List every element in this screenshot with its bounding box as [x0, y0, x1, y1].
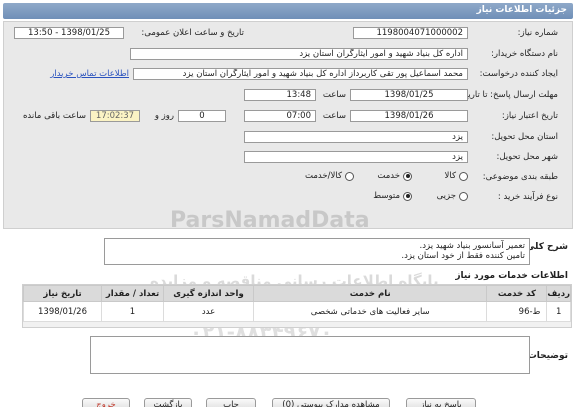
radio-selected-icon	[403, 171, 412, 181]
col-service-name: نام خدمت	[252, 285, 488, 302]
validity-label: تاریخ اعتبار نیاز:	[501, 111, 558, 121]
radio-icon	[459, 171, 468, 181]
category-option-goods[interactable]: کالا	[445, 171, 468, 181]
services-title: اطلاعات خدمات مورد نیاز	[455, 271, 568, 281]
need-details-form: شماره نیاز: 1198004071000002 تاریخ و ساع…	[3, 21, 573, 229]
view-documents-button[interactable]: مشاهده مدارک پیوستی (0)	[272, 398, 390, 407]
cell-quantity: 1	[101, 301, 164, 322]
back-button[interactable]: بازگشت	[144, 398, 192, 407]
cell-service-name: سایر فعالیت های خدماتی شخصی	[252, 301, 488, 322]
category-option-goods-service[interactable]: کالا/خدمت	[305, 171, 354, 181]
buyer-contact-link[interactable]: اطلاعات تماس خریدار	[50, 69, 129, 79]
validity-days-label: روز و	[154, 111, 174, 121]
cell-need-date: 1398/01/26	[23, 301, 102, 322]
buyer-notes-box	[90, 336, 530, 374]
need-number-field: 1198004071000002	[353, 27, 468, 39]
delivery-province-label: استان محل تحویل:	[491, 132, 558, 142]
print-button[interactable]: چاپ	[206, 398, 256, 407]
radio-icon	[459, 191, 468, 201]
table-row: 1 ط-96 سایر فعالیت های خدماتی شخصی عدد 1…	[23, 301, 571, 322]
description-line-2: تامین کننده فقط از خود استان یزد.	[401, 251, 525, 261]
radio-icon	[345, 171, 354, 181]
delivery-city-field: یزد	[244, 151, 468, 163]
reply-deadline-time: 13:48	[244, 89, 316, 101]
col-need-date: تاریخ نیاز	[23, 285, 102, 302]
category-label: طبقه بندی موضوعی:	[482, 172, 558, 182]
validity-time-label: ساعت	[322, 111, 346, 121]
cell-row: 1	[546, 301, 571, 322]
announce-datetime-field: 1398/01/25 - 13:50	[14, 27, 124, 39]
requester-label: ایجاد کننده درخواست:	[479, 69, 558, 79]
reply-deadline-date: 1398/01/25	[350, 89, 468, 101]
validity-time: 07:00	[244, 110, 316, 122]
announce-datetime-label: تاریخ و ساعت اعلان عمومی:	[141, 28, 244, 38]
description-line-1: تعمیر آسانسور بنیاد شهید یزد.	[419, 241, 525, 251]
exit-button[interactable]: خروج	[82, 398, 130, 407]
buyer-org-label: نام دستگاه خریدار:	[491, 49, 558, 59]
remaining-time-label: ساعت باقی مانده	[22, 111, 86, 121]
process-option-minor[interactable]: جزیی	[437, 191, 468, 201]
services-table: ردیف کد خدمت نام خدمت واحد اندازه گیری ت…	[23, 285, 571, 322]
page-title: جزئیات اطلاعات نیاز	[3, 3, 573, 19]
col-row: ردیف	[546, 285, 571, 302]
reply-button[interactable]: پاسخ به نیاز	[406, 398, 476, 407]
category-option-service[interactable]: خدمت	[377, 171, 412, 181]
validity-days: 0	[178, 110, 226, 122]
validity-date: 1398/01/26	[350, 110, 468, 122]
delivery-city-label: شهر محل تحویل:	[496, 152, 558, 162]
remaining-time-field: 17:02:37	[90, 110, 140, 122]
cell-service-code: ط-96	[486, 301, 548, 322]
reply-deadline-time-label: ساعت	[322, 90, 346, 100]
requester-field: محمد اسماعیل پور تقی کاربرداز اداره کل ب…	[133, 68, 468, 80]
col-unit: واحد اندازه گیری	[163, 285, 254, 302]
delivery-province-field: یزد	[244, 131, 468, 143]
col-service-code: کد خدمت	[486, 285, 548, 302]
services-table-wrap: ردیف کد خدمت نام خدمت واحد اندازه گیری ت…	[22, 284, 572, 328]
description-box: تعمیر آسانسور بنیاد شهید یزد. تامین کنند…	[104, 238, 530, 265]
cell-unit: عدد	[163, 301, 254, 322]
process-option-medium[interactable]: متوسط	[373, 191, 412, 201]
col-quantity: تعداد / مقدار	[101, 285, 164, 302]
radio-selected-icon	[403, 191, 412, 201]
reply-deadline-label: مهلت ارسال پاسخ: تا تاریخ:	[460, 90, 558, 100]
process-label: نوع فرآیند خرید :	[497, 192, 558, 202]
buyer-org-field: اداره کل بنیاد شهید و امور ایثارگران است…	[130, 48, 468, 60]
need-number-label: شماره نیاز:	[517, 28, 558, 38]
